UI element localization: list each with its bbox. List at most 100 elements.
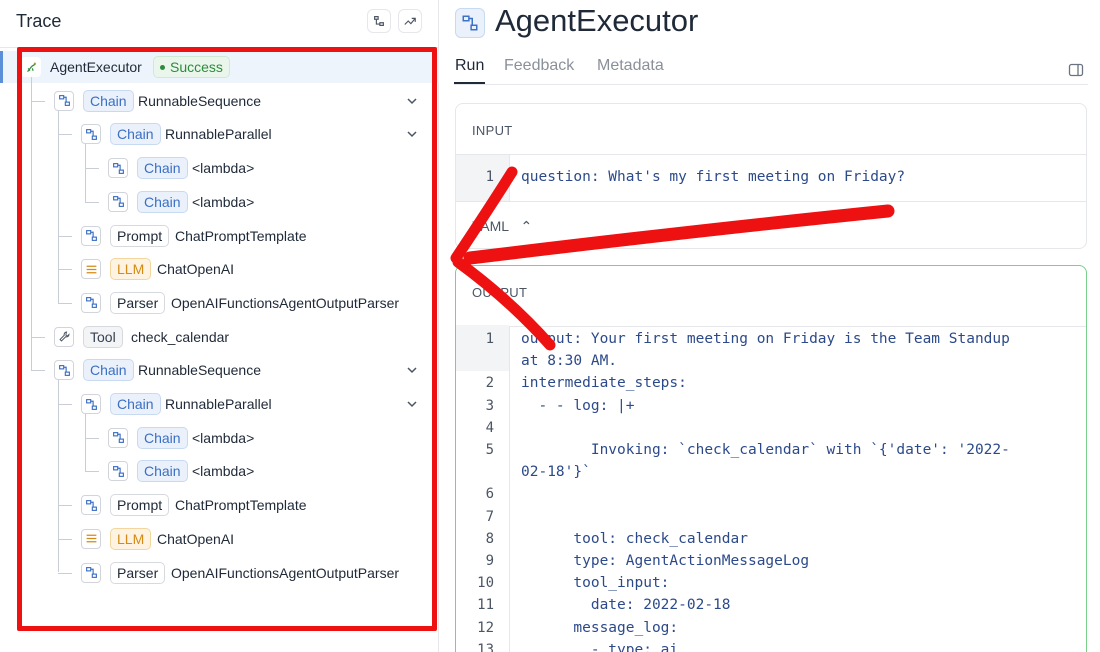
chevron-updown-icon: ⌃: [520, 218, 533, 234]
tab-metadata[interactable]: Metadata: [597, 57, 664, 75]
run-type-badge: Chain: [110, 393, 161, 415]
chevron-down-icon[interactable]: [405, 127, 419, 141]
code-line: Invoking: `check_calendar` with `{'date'…: [521, 442, 1010, 458]
trace-row[interactable]: Chain RunnableSequence: [0, 85, 439, 117]
sidebar-toggle-icon[interactable]: [1068, 62, 1084, 78]
trend-view-button[interactable]: [398, 9, 422, 33]
llm-icon: [81, 259, 101, 280]
trace-row[interactable]: Chain <lambda>: [0, 152, 439, 184]
code-line: intermediate_steps:: [521, 375, 687, 392]
run-detail-panel: AgentExecutor Run Feedback Metadata INPU…: [440, 0, 1100, 652]
chain-icon: [108, 191, 128, 212]
run-type-badge: Parser: [110, 291, 166, 314]
tree-connector: [58, 505, 72, 507]
format-select[interactable]: YAML ⌃: [472, 218, 532, 235]
line-number: 10: [477, 575, 494, 592]
tree-connector: [58, 269, 72, 271]
run-name: <lambda>: [192, 429, 255, 446]
trace-row[interactable]: AgentExecutor Success: [0, 51, 439, 83]
run-type-badge: Tool: [83, 325, 123, 348]
status-text: Success: [170, 59, 223, 75]
tree-connector: [85, 471, 99, 473]
run-type-badge: Chain: [110, 123, 161, 146]
run-type-badge: LLM: [110, 527, 152, 550]
run-name: OpenAIFunctionsAgentOutputParser: [171, 564, 400, 581]
input-code-view[interactable]: 1 question: What's my first meeting on Fr…: [456, 155, 1086, 201]
tree-view-button[interactable]: [367, 9, 391, 33]
code-line: at 8:30 AM.: [521, 353, 618, 370]
line-number: 12: [477, 619, 494, 636]
output-card: OUTPUT 1 output: Your first meeting on Fr…: [455, 265, 1087, 652]
run-name: RunnableSequence: [138, 92, 261, 109]
chevron-down-icon[interactable]: [405, 363, 419, 377]
chain-icon: [455, 8, 485, 38]
code-line: - - log: |+: [521, 397, 635, 414]
run-name: check_calendar: [131, 328, 230, 345]
code-line: tool: check_calendar: [521, 530, 748, 547]
chain-icon: [81, 124, 101, 145]
chain-icon: [108, 427, 128, 448]
chain-icon: [81, 394, 101, 414]
tree-connector: [58, 404, 72, 405]
tree-connector: [85, 144, 86, 202]
chevron-down-icon[interactable]: [405, 94, 419, 108]
trace-panel: Trace AgentExecutor Success Chain RunnableS…: [0, 0, 439, 652]
run-name: ChatOpenAI: [157, 530, 235, 547]
output-label: OUTPUT: [472, 285, 528, 300]
llm-icon: [81, 528, 101, 549]
chain-icon: [54, 90, 74, 111]
code-line: message_log:: [521, 619, 679, 636]
parser-icon: [81, 292, 101, 313]
line-number: 6: [485, 486, 494, 503]
chain-icon: [54, 360, 74, 381]
agent-icon: [21, 57, 41, 77]
tree-connector: [58, 302, 72, 304]
trace-row[interactable]: Chain RunnableSequence: [0, 354, 439, 386]
run-type-badge: Parser: [110, 561, 166, 584]
run-name: RunnableSequence: [138, 362, 261, 379]
line-number: 9: [485, 553, 494, 569]
trace-row[interactable]: Chain <lambda>: [0, 186, 439, 218]
tree-connector: [31, 100, 45, 102]
output-code-view[interactable]: 1 output: Your first meeting on Friday is…: [456, 325, 1086, 652]
run-name: <lambda>: [192, 463, 255, 480]
trace-row[interactable]: Tool check_calendar: [0, 321, 439, 353]
run-name: AgentExecutor: [50, 59, 142, 75]
chevron-down-icon[interactable]: [405, 397, 419, 411]
tree-connector: [85, 201, 99, 203]
chain-icon: [108, 158, 128, 179]
run-type-badge: Prompt: [110, 224, 170, 247]
tree-connector: [85, 414, 86, 472]
line-number: 1: [485, 331, 494, 347]
tree-connector: [85, 168, 99, 170]
trace-row[interactable]: Chain <lambda>: [0, 422, 439, 454]
tab-feedback[interactable]: Feedback: [504, 57, 574, 75]
code-line: tool_input:: [521, 575, 670, 592]
code-line: 02-18'}`: [521, 464, 591, 481]
run-name: RunnableParallel: [165, 396, 272, 412]
trend-icon: [404, 17, 416, 25]
code-line: date: 2022-02-18: [521, 597, 731, 614]
run-type-badge: Chain: [137, 190, 188, 213]
line-number: 5: [485, 442, 494, 458]
input-label: INPUT: [472, 123, 513, 138]
tab-run[interactable]: Run: [455, 57, 484, 75]
input-card: INPUT 1 question: What's my first meeting…: [455, 103, 1087, 249]
code-line: question: What's my first meeting on Fri…: [521, 169, 906, 185]
trace-title: Trace: [16, 11, 62, 31]
line-number: 8: [485, 530, 494, 547]
run-name: OpenAIFunctionsAgentOutputParser: [171, 294, 400, 311]
input-footer-divider: [456, 201, 1086, 202]
run-name: <lambda>: [192, 193, 255, 210]
run-name: ChatPromptTemplate: [175, 497, 307, 514]
tree-connector: [58, 538, 72, 540]
chain-icon: [108, 461, 128, 482]
tree-connector: [31, 370, 45, 372]
run-type-badge: LLM: [110, 258, 152, 281]
code-line: type: AgentActionMessageLog: [521, 553, 810, 569]
trace-row[interactable]: Chain <lambda>: [0, 455, 439, 487]
tree-connector: [58, 572, 72, 574]
line-number: 11: [477, 597, 494, 614]
tree-connector: [58, 134, 72, 136]
line-number: 13: [477, 641, 494, 652]
